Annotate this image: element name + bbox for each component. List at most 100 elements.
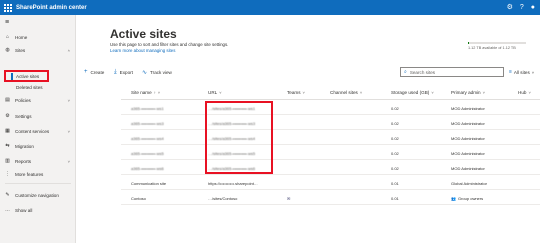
help-icon[interactable]: ? — [520, 0, 524, 15]
export-button[interactable]: ⤓ Export — [114, 66, 133, 78]
chevron-down-icon: ˅ — [67, 97, 70, 103]
chevron-down-icon: ˅ — [359, 90, 363, 95]
sidebar-item-label: Show all — [15, 207, 33, 213]
column-header-site-name[interactable]: Site name ↑ ˅ — [131, 90, 160, 95]
page-title: Active sites — [110, 27, 177, 41]
migration-icon: ⇆ — [5, 142, 10, 149]
home-icon: ⌂ — [5, 33, 10, 40]
column-header-teams[interactable]: Teams ˅ — [287, 90, 305, 95]
column-label: Hub — [518, 90, 527, 95]
chevron-down-icon: ˅ — [67, 128, 70, 134]
column-header-channel-sites[interactable]: Channel sites ˅ — [330, 90, 362, 95]
sidebar-item-show-all[interactable]: … Show all — [0, 205, 76, 215]
storage-text: 1.12 TB available of 1.12 TB — [468, 46, 516, 50]
storage-cell: 0.02 — [391, 165, 399, 171]
sidebar-item-sites[interactable]: ◍ Sites ˄ — [0, 45, 76, 55]
group-icon: 👥 — [451, 195, 456, 201]
teams-icon[interactable]: ✉ — [287, 196, 290, 201]
column-header-primary-admin[interactable]: Primary admin ˅ — [451, 90, 485, 95]
sidebar-item-home[interactable]: ⌂ Home — [0, 32, 76, 42]
search-placeholder: Search sites — [409, 69, 436, 75]
filter-label: All sites — [513, 69, 530, 75]
sidebar-item-label: Content services — [15, 128, 50, 134]
site-name-cell[interactable]: a365-••••••••••-ws1 — [131, 106, 164, 111]
sidebar-item-label: Deleted sites — [16, 84, 43, 90]
primary-admin-cell: MOD Administrator — [451, 120, 485, 126]
chevron-down-icon: ˅ — [531, 69, 535, 75]
track-view-button[interactable]: ∿ Track view — [142, 66, 172, 78]
table-row[interactable]: a365-••••••••••-ws1 …/sites/a365-•••••••… — [121, 101, 540, 115]
site-name-cell[interactable]: a365-••••••••••-ws4 — [131, 136, 164, 141]
app-title[interactable]: SharePoint admin center — [16, 5, 87, 11]
learn-more-link[interactable]: Learn more about managing sites — [110, 48, 175, 53]
policy-icon: ▤ — [5, 96, 10, 103]
left-navigation: ≡ ⌂ Home ◍ Sites ˄ Active sites Deleted … — [0, 15, 76, 243]
avatar-icon[interactable]: ● — [531, 0, 535, 15]
table-row[interactable]: a365-••••••••••-ws6 …/sites/a365-•••••••… — [121, 161, 540, 175]
sidebar-item-label: More features — [15, 171, 44, 177]
sidebar-item-policies[interactable]: ▤ Policies ˅ — [0, 95, 76, 105]
chevron-down-icon: ˅ — [67, 158, 70, 164]
site-name-cell[interactable]: Communication site — [131, 181, 166, 186]
table-row[interactable]: a365-••••••••••-ws5 …/sites/a365-•••••••… — [121, 146, 540, 160]
column-label: Primary admin — [451, 90, 481, 95]
filter-icon: ≡ — [509, 69, 512, 75]
sidebar-item-settings[interactable]: ⚙ Settings — [0, 111, 76, 121]
table-row[interactable]: a365-••••••••••-ws3 …/sites/a365-•••••••… — [121, 116, 540, 130]
site-name-cell[interactable]: Contoso — [131, 196, 146, 201]
column-header-url[interactable]: URL ˅ — [208, 90, 222, 95]
storage-cell: 0.02 — [391, 150, 399, 156]
storage-bar-fill — [468, 42, 470, 44]
column-header-storage[interactable]: Storage used (GB) ˅ — [391, 90, 434, 95]
reports-icon: ▥ — [5, 157, 10, 164]
sidebar-item-more-features[interactable]: ⋮ More features — [0, 169, 76, 179]
view-filter-dropdown[interactable]: ≡ All sites ˅ — [509, 66, 534, 78]
sidebar-item-reports[interactable]: ▥ Reports ˅ — [0, 156, 76, 166]
primary-admin-cell: Global Administrator — [451, 180, 488, 186]
storage-cell: 0.02 — [391, 120, 399, 126]
top-bar: SharePoint admin center ⚙ ? ● — [0, 0, 540, 15]
storage-cell: 0.02 — [391, 105, 399, 111]
primary-admin-cell: MOD Administrator — [451, 105, 485, 111]
storage-cell: 0.01 — [391, 195, 399, 201]
site-name-cell[interactable]: a365-••••••••••-ws5 — [131, 151, 164, 156]
table-row[interactable]: a365-••••••••••-ws4 …/sites/a365-•••••••… — [121, 131, 540, 145]
storage-cell: 0.02 — [391, 135, 399, 141]
track-view-label: Track view — [150, 69, 172, 75]
create-label: Create — [90, 69, 105, 75]
site-name-cell[interactable]: a365-••••••••••-ws3 — [131, 121, 164, 126]
gear-icon[interactable]: ⚙ — [507, 0, 513, 15]
sidebar-item-customize-navigation[interactable]: ✎ Customize navigation — [0, 190, 76, 200]
table-row[interactable]: Communication site https://••••••••••.sh… — [121, 176, 540, 190]
url-column-highlight — [205, 101, 273, 174]
ellipsis-icon: … — [5, 206, 10, 213]
chevron-down-icon: ˅ — [528, 90, 531, 95]
globe-icon: ◍ — [5, 46, 10, 53]
search-input[interactable]: ⌕ Search sites — [400, 67, 504, 77]
waffle-icon[interactable] — [0, 0, 15, 15]
menu-icon[interactable]: ≡ — [5, 19, 9, 26]
sidebar-item-label: Reports — [15, 158, 32, 164]
export-label: Export — [119, 69, 133, 75]
site-name-cell[interactable]: a365-••••••••••-ws6 — [131, 166, 164, 171]
gear-icon: ⚙ — [5, 112, 10, 119]
column-header-hub[interactable]: Hub ˅ — [518, 90, 531, 95]
primary-admin-cell: MOD Administrator — [451, 165, 485, 171]
export-icon: ⤓ — [114, 68, 117, 75]
sidebar-item-content-services[interactable]: ▦ Content services ˅ — [0, 126, 76, 136]
content-icon: ▦ — [5, 127, 10, 134]
table-row[interactable]: Contoso …/sites/Contoso ✉ 0.01 👥 Group ow… — [121, 191, 540, 205]
sort-ascending-icon: ↑ — [153, 90, 156, 95]
url-cell[interactable]: …/sites/Contoso — [208, 196, 237, 201]
chevron-down-icon: ˅ — [302, 90, 305, 95]
top-bar-actions: ⚙ ? ● — [507, 0, 535, 15]
chevron-down-icon: ˅ — [431, 90, 434, 95]
sidebar-item-migration[interactable]: ⇆ Migration — [0, 141, 76, 151]
storage-bar — [468, 42, 526, 44]
sidebar-divider — [5, 183, 71, 184]
pencil-icon: ✎ — [5, 191, 10, 198]
sidebar-item-deleted-sites[interactable]: Deleted sites — [0, 82, 76, 92]
sidebar-item-label: Policies — [15, 97, 31, 103]
create-button[interactable]: + Create — [84, 66, 104, 78]
url-cell[interactable]: https://••••••••••.sharepoint… — [208, 181, 258, 186]
